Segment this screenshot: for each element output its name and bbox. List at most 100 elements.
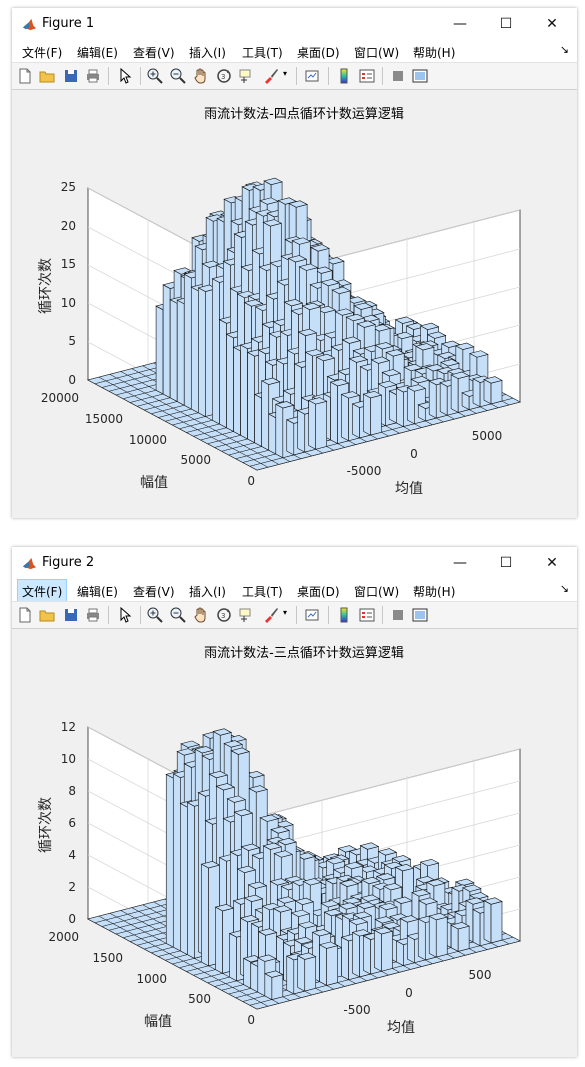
colorbar-icon[interactable] xyxy=(335,67,353,85)
z-tick: 0 xyxy=(68,373,76,387)
brush-icon[interactable] xyxy=(262,606,280,624)
close-button[interactable]: ✕ xyxy=(529,8,575,40)
brush-icon[interactable] xyxy=(262,67,280,85)
amplitude-tick: 2000 xyxy=(48,930,79,944)
show-plot-tools-icon[interactable] xyxy=(411,606,429,624)
hide-plot-tools-icon[interactable] xyxy=(389,606,407,624)
menu-file[interactable]: 文件(F) xyxy=(16,579,68,604)
menu-help[interactable]: 帮助(H) xyxy=(413,583,455,600)
maximize-button[interactable]: ☐ xyxy=(483,547,529,579)
hide-plot-tools-icon[interactable] xyxy=(389,67,407,85)
colorbar-icon[interactable] xyxy=(335,606,353,624)
z-tick: 0 xyxy=(68,912,76,926)
histogram-bar xyxy=(373,927,394,972)
svg-text:3: 3 xyxy=(221,612,225,620)
mean-axis-label: 均值 xyxy=(395,481,423,497)
maximize-button[interactable]: ☐ xyxy=(483,8,529,40)
toolbar: 3 ▾ xyxy=(12,62,577,90)
menu-edit[interactable]: 编辑(E) xyxy=(77,583,118,600)
z-tick: 15 xyxy=(61,257,76,271)
open-folder-icon[interactable] xyxy=(38,67,56,85)
data-cursor-icon[interactable] xyxy=(238,67,256,85)
menu-insert[interactable]: 插入(I) xyxy=(189,44,226,61)
menubar-dock-arrow-icon[interactable]: ↘ xyxy=(560,43,569,56)
menu-desktop[interactable]: 桌面(D) xyxy=(297,44,340,61)
histogram-bar xyxy=(318,941,339,986)
matlab-logo-icon xyxy=(22,17,37,32)
pan-hand-icon[interactable] xyxy=(192,67,210,85)
legend-icon[interactable] xyxy=(358,606,376,624)
menu-tools[interactable]: 工具(T) xyxy=(242,44,283,61)
mean-axis-label: 均值 xyxy=(387,1020,415,1036)
menubar-dock-arrow-icon[interactable]: ↘ xyxy=(560,582,569,595)
link-plot-icon[interactable] xyxy=(304,606,322,624)
amplitude-tick: 15000 xyxy=(85,412,123,426)
histogram-bar xyxy=(296,952,317,992)
open-folder-icon[interactable] xyxy=(38,606,56,624)
legend-icon[interactable] xyxy=(358,67,376,85)
menu-window[interactable]: 窗口(W) xyxy=(354,583,399,600)
histogram-bar xyxy=(483,897,503,944)
z-tick: 10 xyxy=(61,752,76,766)
show-plot-tools-icon[interactable] xyxy=(411,67,429,85)
toolbar: 3 ▾ xyxy=(12,601,577,629)
amplitude-tick: 1000 xyxy=(136,972,167,986)
zoom-out-icon[interactable] xyxy=(169,67,187,85)
menu-bar: 文件(F) 编辑(E) 查看(V) 插入(I) 工具(T) 桌面(D) 窗口(W… xyxy=(12,579,577,604)
window-title: Figure 2 xyxy=(42,555,95,570)
z-tick: 25 xyxy=(61,180,76,194)
svg-text:3: 3 xyxy=(221,73,225,81)
amplitude-tick: 1500 xyxy=(92,951,123,965)
zoom-in-icon[interactable] xyxy=(146,67,164,85)
menu-desktop[interactable]: 桌面(D) xyxy=(297,583,340,600)
link-plot-icon[interactable] xyxy=(304,67,322,85)
minimize-button[interactable]: — xyxy=(437,547,483,579)
menu-tools[interactable]: 工具(T) xyxy=(242,583,283,600)
minimize-button[interactable]: — xyxy=(437,8,483,40)
brush-dropdown-icon[interactable]: ▾ xyxy=(283,608,287,617)
figure-1-window: Figure 1 — ☐ ✕ 文件(F) 编辑(E) 查看(V) 插入(I) 工… xyxy=(12,8,577,518)
save-icon[interactable] xyxy=(62,606,80,624)
histogram-bar xyxy=(483,376,503,405)
pointer-icon[interactable] xyxy=(116,606,134,624)
figure-1-canvas: 雨流计数法-四点循环计数运算逻辑 0 5 10 15 20 25 循环次数 20… xyxy=(38,107,522,497)
rotate-3d-icon[interactable]: 3 xyxy=(215,606,233,624)
amplitude-tick: 5000 xyxy=(180,453,211,467)
z-tick: 12 xyxy=(61,720,76,734)
print-icon[interactable] xyxy=(84,606,102,624)
zoom-in-icon[interactable] xyxy=(146,606,164,624)
close-button[interactable]: ✕ xyxy=(529,547,575,579)
menu-edit[interactable]: 编辑(E) xyxy=(77,44,118,61)
rotate-3d-icon[interactable]: 3 xyxy=(215,67,233,85)
title-bar: Figure 1 — ☐ ✕ xyxy=(12,8,577,40)
menu-view[interactable]: 查看(V) xyxy=(133,583,175,600)
plot-title: 雨流计数法-三点循环计数运算逻辑 xyxy=(204,646,404,661)
figure-2-window: Figure 2 — ☐ ✕ 文件(F) 编辑(E) 查看(V) 插入(I) 工… xyxy=(12,547,577,1057)
menu-window[interactable]: 窗口(W) xyxy=(354,44,399,61)
plot-title: 雨流计数法-四点循环计数运算逻辑 xyxy=(204,107,404,122)
histogram-bar xyxy=(450,922,470,952)
amplitude-tick: 0 xyxy=(247,1013,255,1027)
mean-tick: 0 xyxy=(405,986,413,1000)
new-file-icon[interactable] xyxy=(16,67,34,85)
z-tick: 8 xyxy=(68,784,76,798)
menu-file[interactable]: 文件(F) xyxy=(22,44,62,61)
pan-hand-icon[interactable] xyxy=(192,606,210,624)
mean-tick: -5000 xyxy=(347,464,382,478)
mean-tick: 5000 xyxy=(472,429,503,443)
print-icon[interactable] xyxy=(84,67,102,85)
zoom-out-icon[interactable] xyxy=(169,606,187,624)
menu-view[interactable]: 查看(V) xyxy=(133,44,175,61)
amplitude-axis-label: 幅值 xyxy=(140,475,168,491)
pointer-icon[interactable] xyxy=(116,67,134,85)
data-cursor-icon[interactable] xyxy=(238,606,256,624)
z-tick: 2 xyxy=(68,880,76,894)
menu-help[interactable]: 帮助(H) xyxy=(413,44,455,61)
z-tick: 20 xyxy=(61,219,76,233)
window-title: Figure 1 xyxy=(42,16,95,31)
menu-insert[interactable]: 插入(I) xyxy=(189,583,226,600)
brush-dropdown-icon[interactable]: ▾ xyxy=(283,69,287,78)
save-icon[interactable] xyxy=(62,67,80,85)
z-axis-label: 循环次数 xyxy=(38,258,54,314)
new-file-icon[interactable] xyxy=(16,606,34,624)
